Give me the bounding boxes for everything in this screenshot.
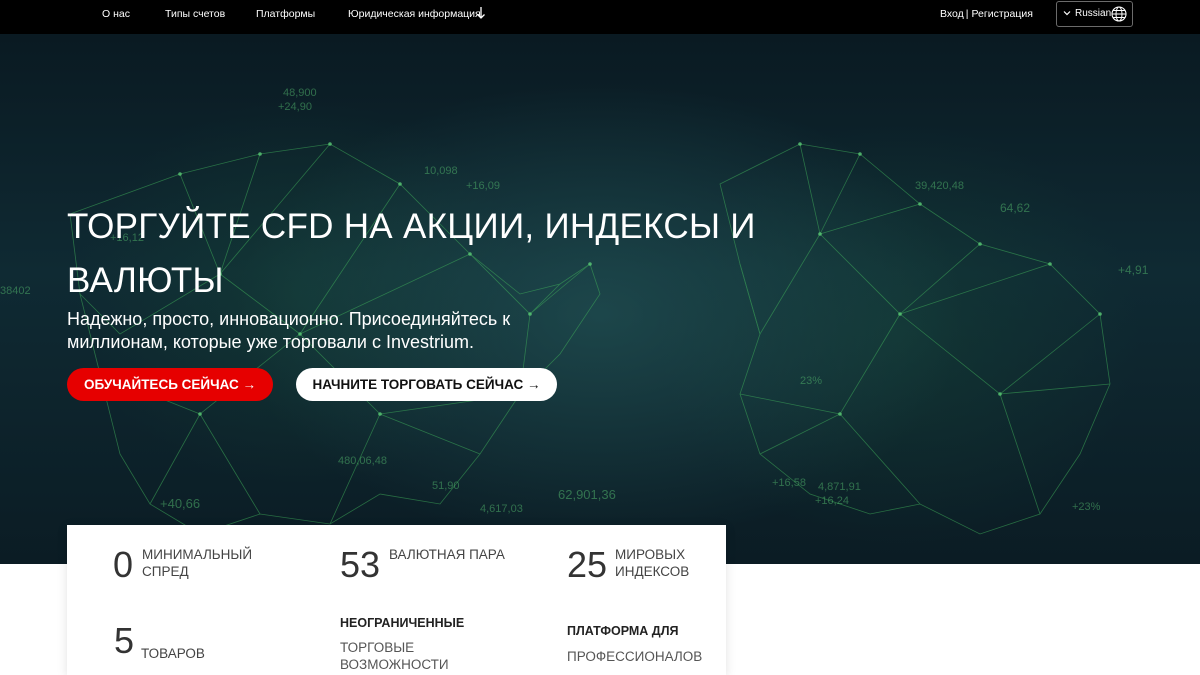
bg-number: 4,871,91 [818,481,861,493]
bg-number: +23% [1072,501,1101,513]
bg-number: +24,90 [278,101,312,113]
bg-number: 62,901,36 [558,487,616,502]
language-label: Russian [1075,8,1112,19]
arrow-down-icon[interactable] [476,6,486,20]
auth-separator: | [965,8,969,20]
chevron-down-icon [1063,9,1071,20]
stat-platform-label: ПРОФЕССИОНАЛОВ [567,649,703,664]
stat-goods-number: 5 [114,620,135,661]
bg-number: 10,098 [424,165,458,177]
top-navbar: О нас Типы счетов Платформы Юридическая … [0,0,1200,34]
auth-links: Вход | Регистрация [940,0,1033,28]
learn-now-button[interactable]: ОБУЧАЙТЕСЬ СЕЙЧАС → [67,368,273,401]
nav-item-platforms[interactable]: Платформы [256,0,315,28]
bg-number: 48,900 [283,87,317,99]
hero-subtitle: Надежно, просто, инновационно. Присоедин… [67,309,511,352]
hero-title: ТОРГУЙТЕ CFD НА АКЦИИ, ИНДЕКСЫ И ВАЛЮТЫ [67,207,756,300]
bg-number: +16,24 [815,495,849,507]
stat-platform-heading: ПЛАТФОРМА ДЛЯ [567,624,679,638]
stat-unlimited-heading: НЕОГРАНИЧЕННЫЕ [340,616,465,630]
bg-number: +16,58 [772,477,806,489]
stat-unlimited-label: ТОРГОВЫЕ ВОЗМОЖНОСТИ [340,640,449,672]
nav-item-account-types[interactable]: Типы счетов [165,0,225,28]
stat-goods-label: ТОВАРОВ [141,646,205,661]
stat-pairs-number: 53 [340,544,381,585]
hero-section: 48,900 +24,90 10,098 +16,09 +16,12 38402… [0,34,1200,564]
bg-number: 480,06,48 [338,455,387,467]
globe-icon [1111,6,1127,25]
language-selector[interactable]: Russian [1056,1,1133,27]
bg-number: 38402 [0,285,31,297]
login-link[interactable]: Вход [940,8,964,20]
stat-pairs-label: ВАЛЮТНАЯ ПАРА [389,547,505,562]
stats-card: 0 МИНИМАЛЬНЫЙ СПРЕД 53 ВАЛЮТНАЯ ПАРА 25 … [67,525,726,675]
bg-number: 4,617,03 [480,503,523,515]
bg-number: +4,91 [1118,263,1149,277]
register-link[interactable]: Регистрация [972,8,1033,20]
bg-number: +40,66 [160,496,200,511]
stat-indices-label: МИРОВЫХ ИНДЕКСОВ [615,547,690,579]
stat-spread-number: 0 [113,544,134,585]
start-trading-button[interactable]: НАЧНИТЕ ТОРГОВАТЬ СЕЙЧАС → [296,368,557,401]
bg-number: 51,90 [432,480,460,492]
bg-number: +16,09 [466,180,500,192]
nav-item-legal[interactable]: Юридическая информация [348,0,481,28]
nav-item-about[interactable]: О нас [102,0,130,28]
stat-indices-number: 25 [567,544,608,585]
bg-number: 39,420,48 [915,180,964,192]
bg-number: 23% [800,375,822,387]
stat-spread-label: МИНИМАЛЬНЫЙ СПРЕД [142,547,253,579]
bg-number: 64,62 [1000,201,1030,215]
